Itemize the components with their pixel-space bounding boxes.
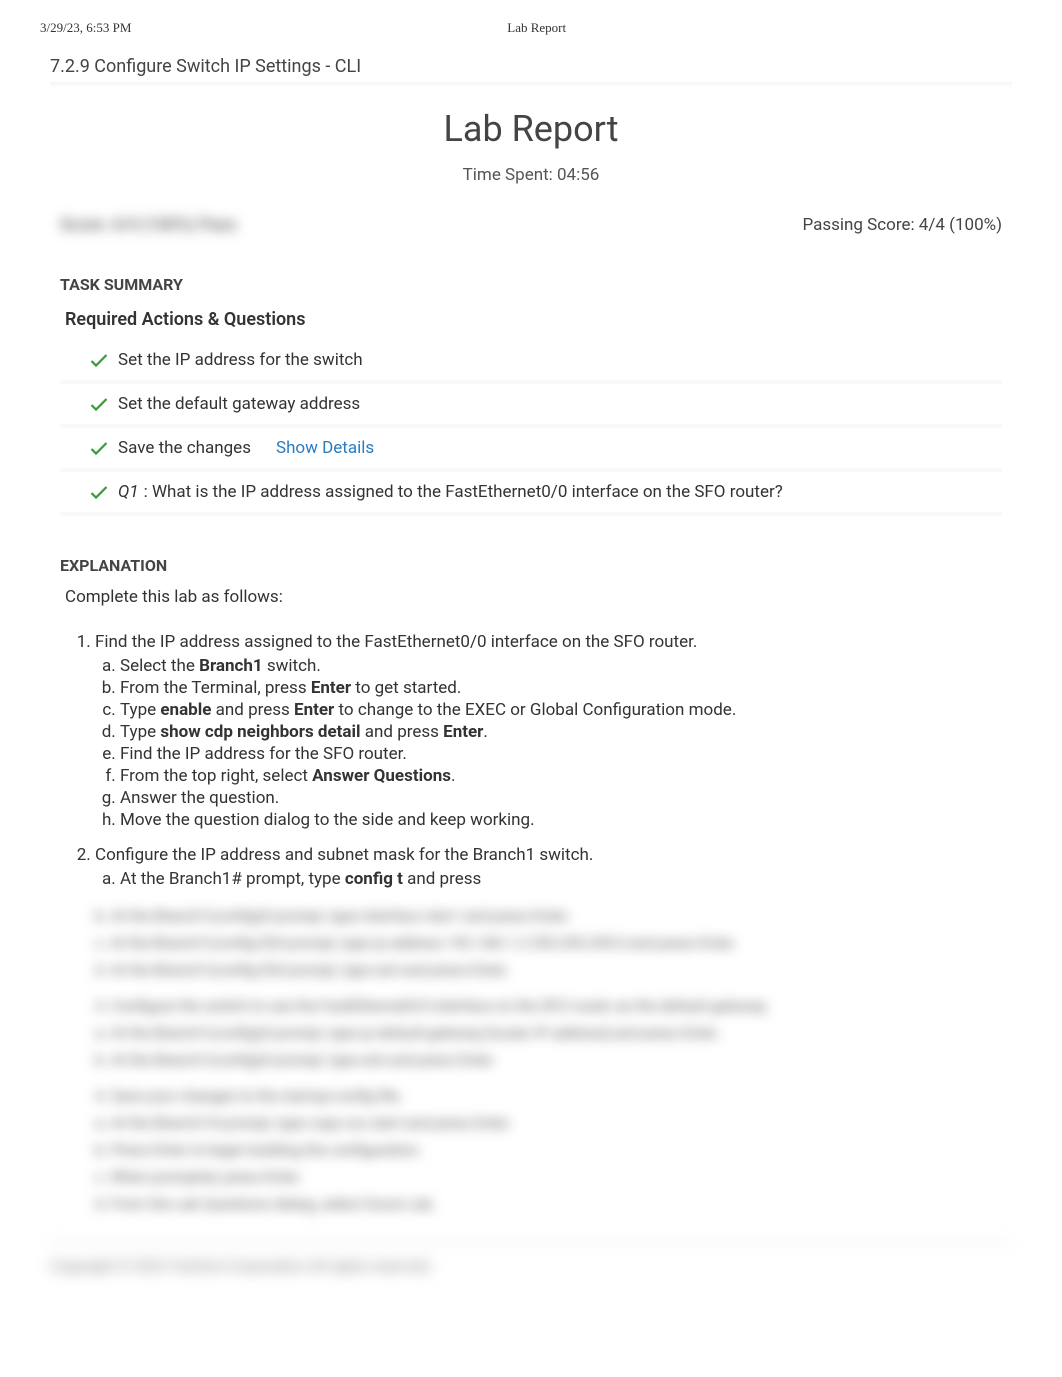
substep: Type enable and press Enter to change to…: [120, 700, 997, 720]
task-summary-heading: TASK SUMMARY: [60, 275, 1002, 294]
steps-list: Find the IP address assigned to the Fast…: [95, 632, 997, 889]
question-id: Q1: [118, 482, 139, 502]
substep: Find the IP address for the SFO router.: [120, 744, 997, 764]
page-header: 3/29/23, 6:53 PM Lab Report: [40, 20, 1022, 36]
task-label: Set the default gateway address: [118, 394, 360, 414]
explanation-intro: Complete this lab as follows:: [65, 587, 997, 607]
header-spacer: [942, 20, 1022, 36]
step-2: Configure the IP address and subnet mask…: [95, 845, 997, 889]
blurred-content: b. At the Branch1(config)# prompt, type …: [95, 904, 997, 1216]
task-row: Set the default gateway address: [60, 384, 1002, 428]
explanation-heading: EXPLANATION: [60, 556, 1002, 575]
score-row: Score: 4/4 (100%) Pass Passing Score: 4/…: [60, 215, 1002, 235]
question-text: : What is the IP address assigned to the…: [144, 482, 783, 502]
task-row: Save the changes Show Details: [60, 428, 1002, 472]
task-label: Set the IP address for the switch: [118, 350, 363, 370]
show-details-link[interactable]: Show Details: [276, 438, 374, 458]
report-heading: Lab Report: [40, 108, 1022, 150]
task-row-question: Q1 : What is the IP address assigned to …: [60, 472, 1002, 516]
lab-title: 7.2.9 Configure Switch IP Settings - CLI: [50, 56, 1022, 77]
step-1: Find the IP address assigned to the Fast…: [95, 632, 997, 830]
substep: Select the Branch1 switch.: [120, 656, 997, 676]
check-icon: [90, 397, 108, 411]
substep: At the Branch1# prompt, type config t an…: [120, 869, 997, 889]
check-icon: [90, 441, 108, 455]
check-icon: [90, 353, 108, 367]
divider: [50, 82, 1012, 88]
substep: From the top right, select Answer Questi…: [120, 766, 997, 786]
check-icon: [90, 485, 108, 499]
substep: Answer the question.: [120, 788, 997, 808]
substep: From the Terminal, press Enter to get st…: [120, 678, 997, 698]
substeps: Select the Branch1 switch. From the Term…: [120, 656, 997, 830]
substep: Type show cdp neighbors detail and press…: [120, 722, 997, 742]
score-blurred: Score: 4/4 (100%) Pass: [60, 215, 236, 235]
time-spent: Time Spent: 04:56: [40, 165, 1022, 185]
task-label: Save the changes: [118, 438, 251, 458]
substeps: At the Branch1# prompt, type config t an…: [120, 869, 997, 889]
substep: Move the question dialog to the side and…: [120, 810, 997, 830]
copyright-footer: Copyright © 2023 TestOut Corporation All…: [50, 1241, 1012, 1275]
task-row: Set the IP address for the switch: [60, 340, 1002, 384]
passing-score: Passing Score: 4/4 (100%): [802, 215, 1002, 235]
timestamp: 3/29/23, 6:53 PM: [40, 20, 131, 36]
required-actions-heading: Required Actions & Questions: [65, 309, 997, 330]
doc-title-small: Lab Report: [507, 20, 566, 36]
